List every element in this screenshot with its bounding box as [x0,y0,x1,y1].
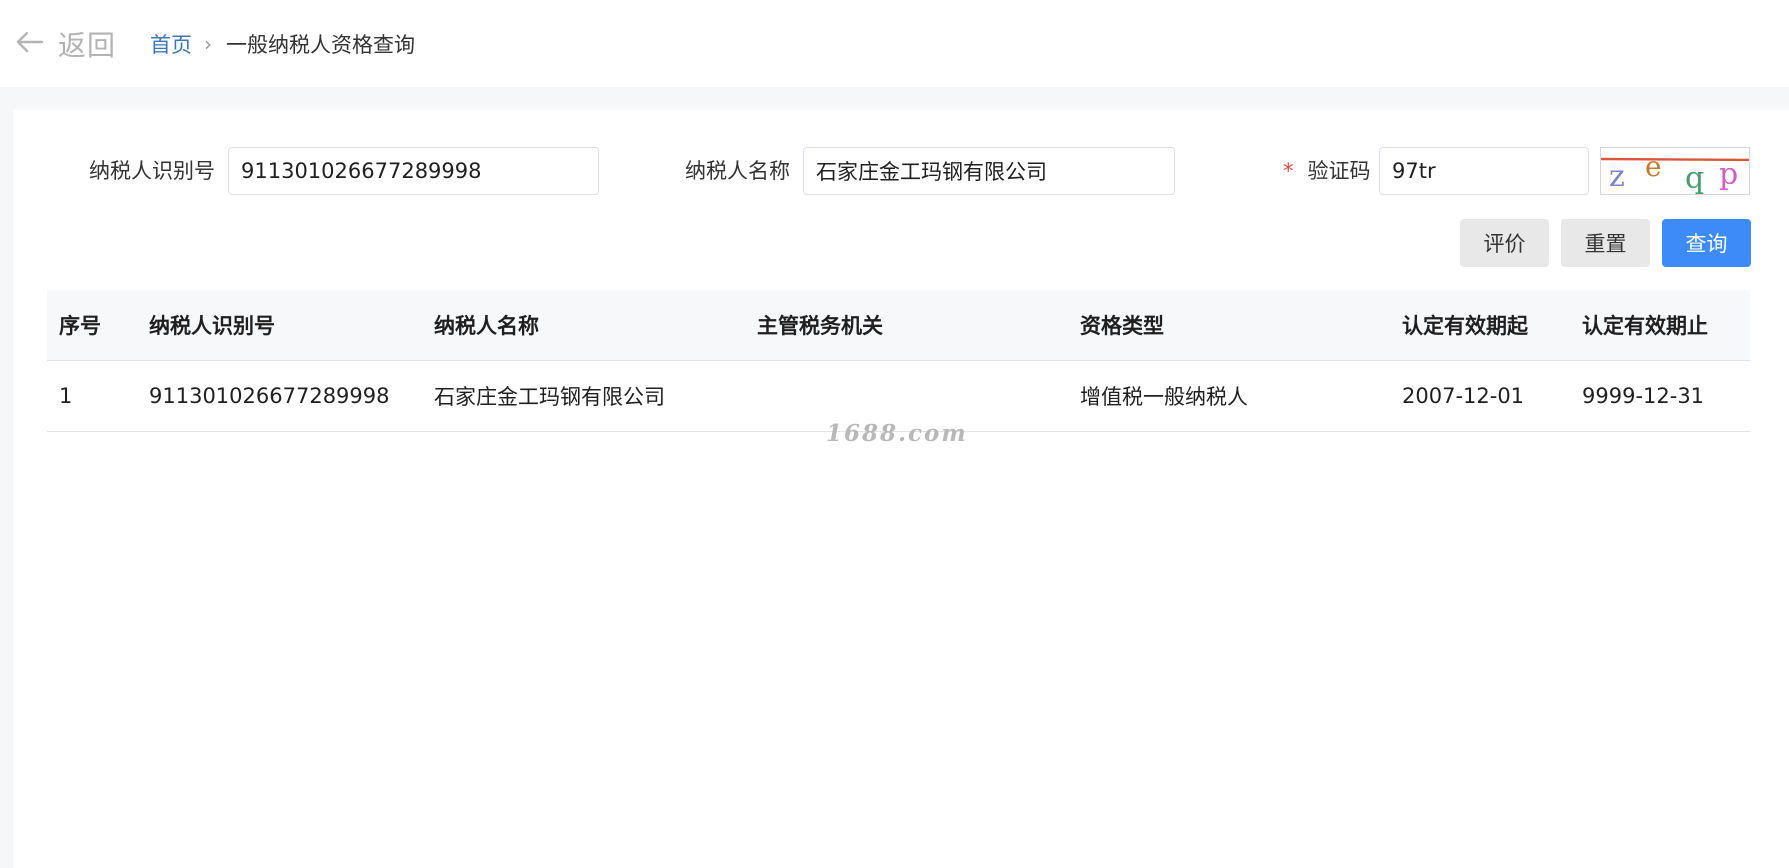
back-label: 返回 [58,29,117,62]
column-header: 资格类型 [1080,314,1164,338]
table-cell: 9999-12-31 [1582,384,1705,408]
back-button[interactable]: 返回 [14,24,116,64]
breadcrumb-home-link[interactable]: 首页 [150,29,192,59]
captcha-input[interactable] [1379,147,1589,195]
evaluate-button[interactable]: 评价 [1460,219,1549,267]
table-cell: 911301026677289998 [149,384,390,408]
table-cell: 1 [59,384,73,408]
taxpayer-id-input[interactable] [228,147,599,195]
table-cell: 2007-12-01 [1402,384,1525,408]
captcha-char: q [1685,161,1704,195]
required-mark: * [1283,159,1294,183]
taxpayer-name-input[interactable] [803,147,1175,195]
table-cell: 石家庄金工玛钢有限公司 [434,385,665,409]
arrow-left-icon [14,26,46,62]
top-bar: 返回 首页 › 一般纳税人资格查询 [0,0,1789,87]
captcha-image[interactable]: z e q p [1600,147,1750,195]
results-table: 序号 纳税人识别号 纳税人名称 主管税务机关 资格类型 认定有效期起 认定有效期… [47,290,1750,432]
captcha-label: 验证码 [1307,159,1371,183]
column-header: 纳税人识别号 [149,314,275,338]
query-button[interactable]: 查询 [1662,219,1751,267]
query-panel: 纳税人识别号 纳税人名称 * 验证码 z e q p 评价 重置 查询 序号 纳税… [13,110,1789,868]
column-header: 纳税人名称 [434,314,539,338]
captcha-char: z [1609,159,1625,194]
column-header: 认定有效期止 [1582,314,1708,338]
table-cell: 增值税一般纳税人 [1080,385,1248,409]
captcha-char: p [1719,157,1738,192]
column-header: 序号 [59,314,101,338]
breadcrumb-current: 一般纳税人资格查询 [226,33,415,57]
column-header: 认定有效期起 [1402,314,1528,338]
watermark: 1688.com [826,420,968,447]
breadcrumb: 首页 › 一般纳税人资格查询 [150,29,415,59]
taxpayer-name-label: 纳税人名称 [685,159,790,183]
taxpayer-id-label: 纳税人识别号 [89,159,215,183]
captcha-char: e [1645,150,1662,183]
reset-button[interactable]: 重置 [1561,219,1650,267]
column-header: 主管税务机关 [757,314,883,338]
table-header: 序号 纳税人识别号 纳税人名称 主管税务机关 资格类型 认定有效期起 认定有效期… [47,290,1750,361]
captcha-label-group: * 验证码 [1283,147,1371,195]
breadcrumb-separator: › [204,32,212,56]
